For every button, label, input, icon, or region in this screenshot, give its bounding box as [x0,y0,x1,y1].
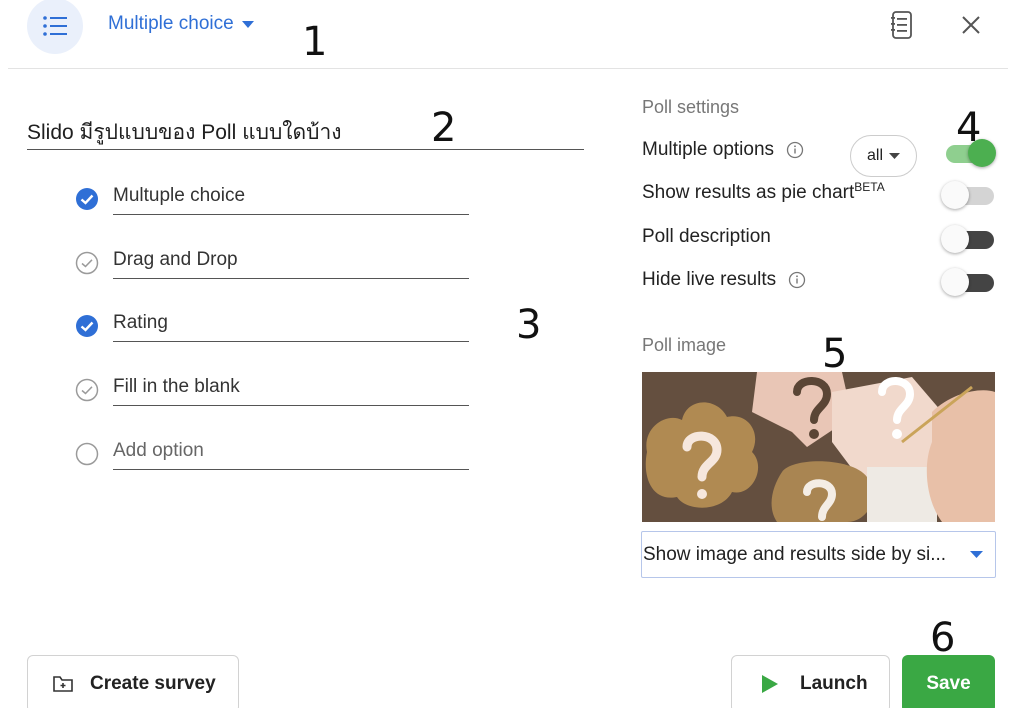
annotation-3: 3 [516,302,542,348]
launch-label: Launch [800,673,868,694]
poll-image[interactable] [642,372,995,522]
info-icon[interactable] [788,271,806,289]
poll-editor-header: Multiple choice [0,0,1010,69]
empty-circle-icon [75,442,99,466]
caret-down-icon [889,153,900,159]
question-marks-photo [642,372,995,522]
unmarked-check-icon[interactable] [75,251,99,275]
setting-label: Multiple options [642,139,775,160]
correct-check-icon[interactable] [75,187,99,211]
hide-live-results-toggle[interactable] [941,268,996,296]
option-input[interactable]: Multuple choice [113,184,469,215]
notes-icon [891,11,912,39]
poll-image-title: Poll image [642,335,727,355]
add-option-input[interactable]: Add option [113,439,469,470]
unmarked-check-icon[interactable] [75,378,99,402]
correct-check-icon[interactable] [75,314,99,338]
question-type-dropdown[interactable]: Multiple choice [108,13,254,35]
folder-plus-icon [53,676,73,692]
multiple-options-select[interactable]: all [850,135,917,177]
caret-down-icon [970,551,983,558]
option-input[interactable]: Fill in the blank [113,375,469,406]
question-text-field[interactable]: Slido มีรูปแบบของ Poll แบบใดบ้าง [27,113,584,150]
setting-poll-description: Poll description [642,226,771,248]
select-value: all [866,147,883,164]
question-type-icon-button[interactable] [27,0,83,54]
question-type-label: Multiple choice [108,13,234,34]
create-survey-label: Create survey [90,673,216,694]
beta-badge: BETA [854,180,885,194]
save-button[interactable]: Save [902,655,995,708]
poll-description-toggle[interactable] [941,225,996,253]
close-button[interactable] [956,10,986,40]
multiple-options-toggle[interactable] [941,139,996,167]
save-label: Save [926,673,971,694]
notes-button[interactable] [887,10,917,40]
option-input[interactable]: Drag and Drop [113,248,469,279]
setting-label: Poll description [642,226,771,247]
setting-label: Hide live results [642,269,777,290]
info-icon[interactable] [786,141,804,159]
pie-chart-toggle[interactable] [941,181,996,209]
annotation-5: 5 [822,331,848,377]
image-display-select[interactable]: Show image and results side by si... [641,531,996,578]
setting-hide-live-results: Hide live results [642,269,806,291]
create-survey-button[interactable]: Create survey [27,655,239,708]
poll-settings-title: Poll settings [642,97,740,117]
setting-pie-chart: Show results as pie chart BETA [642,180,885,204]
close-icon [962,16,980,34]
setting-multiple-options: Multiple options [642,139,804,161]
select-value: Show image and results side by si... [643,543,947,565]
annotation-6: 6 [930,615,956,661]
play-icon [762,675,778,693]
setting-label: Show results as pie chart [642,182,855,203]
caret-down-icon [241,20,254,28]
annotation-1: 1 [302,19,328,65]
list-icon [43,16,67,36]
launch-button[interactable]: Launch [731,655,890,708]
header-divider [8,68,1008,69]
option-input[interactable]: Rating [113,311,469,342]
